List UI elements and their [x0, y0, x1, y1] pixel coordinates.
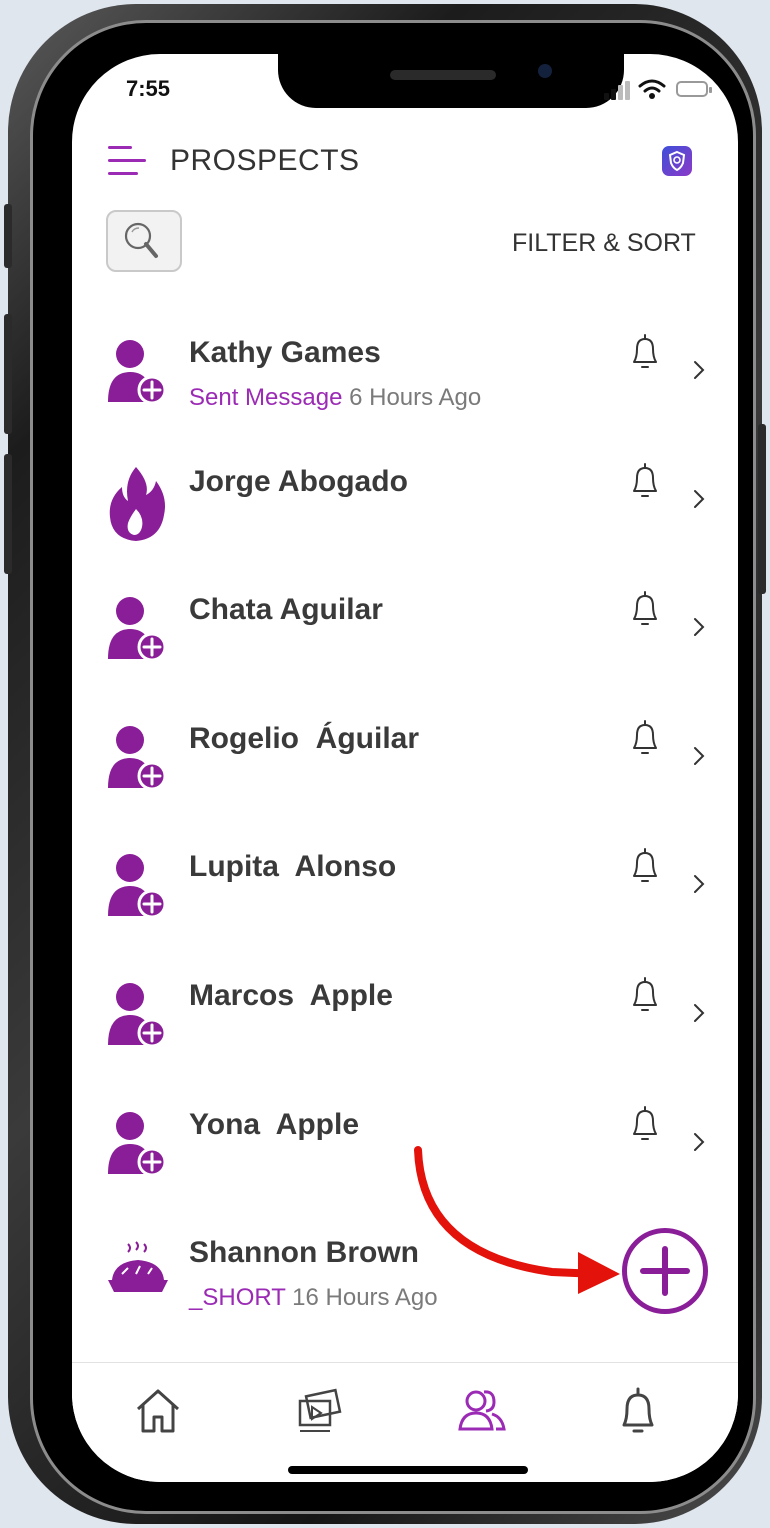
add-person-icon	[106, 1108, 168, 1180]
tab-notifications[interactable]	[608, 1381, 668, 1441]
mute-switch	[4, 204, 12, 268]
wifi-icon	[638, 79, 666, 99]
fire-icon	[106, 465, 168, 541]
volume-down-button	[4, 454, 12, 574]
prospect-name: Jorge Abogado	[189, 464, 408, 498]
filter-sort-button[interactable]: FILTER & SORT	[512, 229, 696, 258]
home-indicator[interactable]	[288, 1466, 528, 1474]
bell-icon[interactable]	[628, 1104, 662, 1144]
tab-media[interactable]	[290, 1381, 350, 1441]
bell-icon[interactable]	[628, 332, 662, 372]
bell-icon[interactable]	[628, 975, 662, 1015]
status-icons	[604, 78, 714, 100]
app-screen: 7:55 PROSPECTS FILTER & SORT Kathy Games…	[72, 54, 738, 1482]
menu-icon[interactable]	[108, 146, 146, 176]
bell-icon[interactable]	[628, 589, 662, 629]
chevron-right-icon	[692, 1130, 706, 1154]
search-icon	[124, 222, 158, 258]
people-icon	[458, 1390, 506, 1431]
chevron-right-icon	[692, 487, 706, 511]
prospect-activity: Sent Message 6 Hours Ago	[189, 384, 481, 412]
chevron-right-icon	[692, 744, 706, 768]
prospect-row[interactable]: Jorge Abogado	[72, 453, 738, 581]
media-icon	[298, 1388, 342, 1432]
battery-icon	[676, 81, 712, 97]
bell-icon	[622, 1387, 654, 1433]
speaker-grille	[390, 70, 496, 80]
chevron-right-icon	[692, 615, 706, 639]
prospect-row[interactable]: Chata Aguilar	[72, 581, 738, 709]
add-person-icon	[106, 336, 168, 408]
volume-up-button	[4, 314, 12, 434]
chevron-right-icon	[692, 358, 706, 382]
pie-icon	[106, 1236, 168, 1308]
prospect-name: Yona Apple	[189, 1107, 360, 1141]
add-prospect-button[interactable]	[622, 1228, 708, 1314]
bell-icon[interactable]	[628, 846, 662, 886]
tab-people[interactable]	[452, 1381, 512, 1441]
add-person-icon	[106, 593, 168, 665]
add-person-icon	[106, 722, 168, 794]
page-title: PROSPECTS	[170, 144, 360, 177]
signal-bar	[618, 85, 623, 100]
tab-bar	[72, 1362, 738, 1482]
prospect-name: Chata Aguilar	[189, 593, 383, 627]
chevron-right-icon	[692, 872, 706, 896]
prospect-name: Lupita Alonso	[189, 850, 397, 884]
add-person-icon	[106, 850, 168, 922]
prospect-activity: _SHORT 16 Hours Ago	[189, 1284, 438, 1312]
activity-time: 6 Hours Ago	[349, 384, 482, 411]
notch	[278, 54, 624, 108]
prospect-name: Rogelio Águilar	[189, 721, 420, 755]
activity-tag: Sent Message	[189, 384, 343, 411]
prospect-name: Kathy Games	[189, 336, 381, 369]
shield-badge-icon[interactable]	[662, 146, 692, 176]
chevron-right-icon	[692, 1001, 706, 1025]
prospect-row[interactable]: Marcos Apple	[72, 967, 738, 1095]
phone-frame: 7:55 PROSPECTS FILTER & SORT Kathy Games…	[4, 4, 766, 1524]
prospect-row[interactable]: Lupita Alonso	[72, 838, 738, 966]
status-time: 7:55	[126, 76, 171, 101]
bell-icon[interactable]	[628, 718, 662, 758]
tab-home[interactable]	[128, 1381, 188, 1441]
bell-icon[interactable]	[628, 461, 662, 501]
add-person-icon	[106, 979, 168, 1051]
activity-tag: _SHORT	[189, 1284, 286, 1312]
front-camera	[538, 64, 552, 78]
signal-bar	[604, 93, 609, 100]
search-button[interactable]	[106, 210, 182, 272]
prospect-name: Marcos Apple	[189, 979, 393, 1012]
red-arrow-icon	[414, 1146, 620, 1294]
power-button	[758, 424, 766, 594]
prospect-name: Shannon Brown	[189, 1236, 419, 1270]
signal-bar	[625, 81, 630, 100]
signal-bar	[611, 89, 616, 100]
plus-icon	[640, 1246, 690, 1296]
prospect-row[interactable]: Rogelio Águilar	[72, 710, 738, 838]
prospect-row[interactable]: Kathy Games Sent Message 6 Hours Ago	[72, 324, 738, 452]
home-icon	[136, 1389, 180, 1433]
